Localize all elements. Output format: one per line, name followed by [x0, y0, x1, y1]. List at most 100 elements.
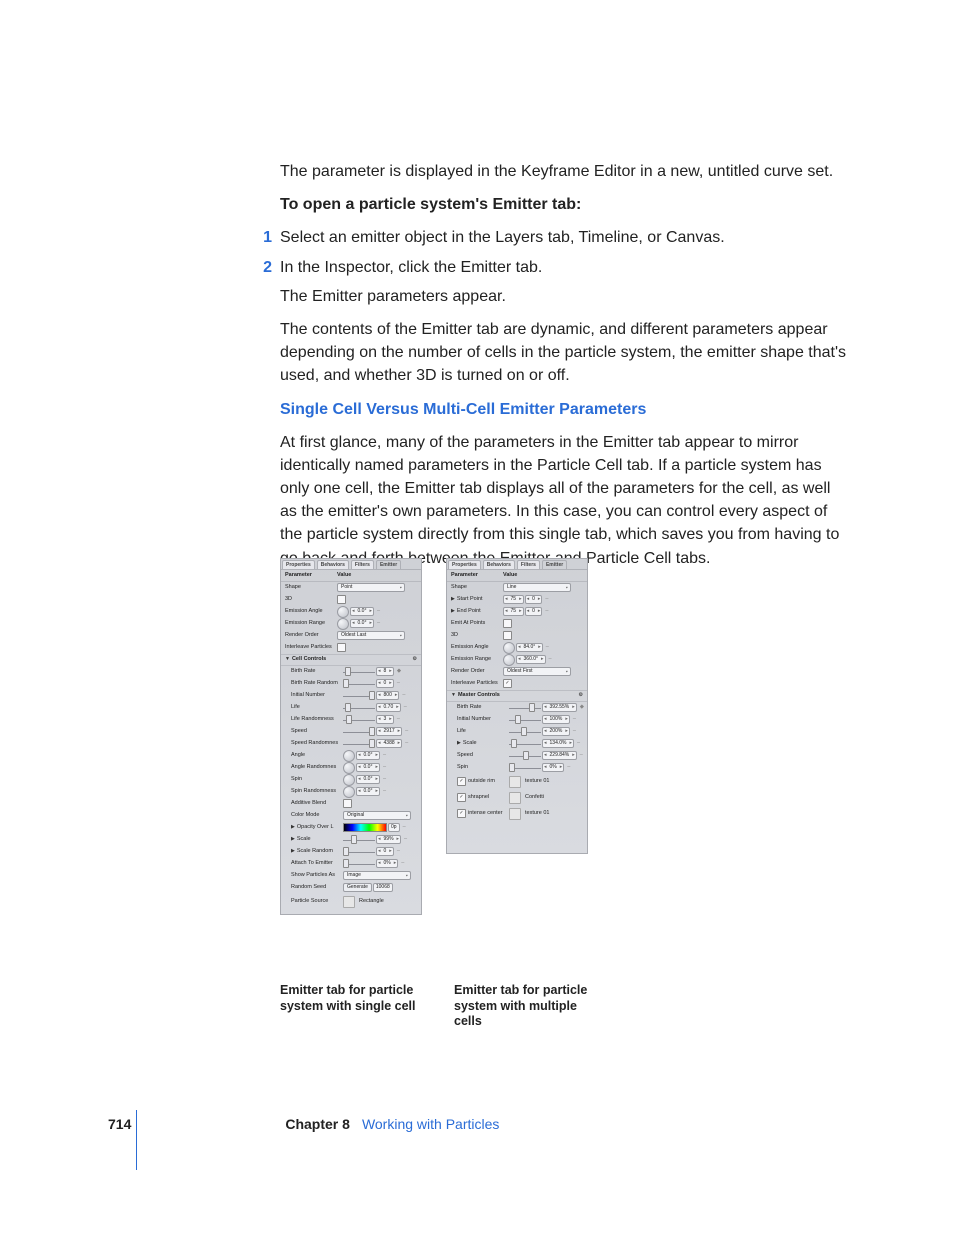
color-mode-dropdown[interactable]: Original — [343, 811, 411, 820]
scale-slider[interactable] — [509, 740, 541, 748]
initial-number-stepper[interactable]: ◂800▸ — [376, 691, 399, 700]
start-x[interactable]: ◂75▸ — [503, 595, 524, 604]
cell-enable-checkbox[interactable]: ✓ — [457, 793, 466, 802]
tab-behaviors[interactable]: Behaviors — [483, 560, 515, 569]
shape-label: Shape — [451, 584, 503, 592]
attach-stepper[interactable]: ◂0%▸ — [376, 859, 398, 868]
opacity-stepper[interactable]: 0p — [388, 823, 400, 832]
tab-filters[interactable]: Filters — [517, 560, 540, 569]
birth-rate-slider[interactable] — [343, 668, 375, 676]
emit-points-checkbox[interactable] — [503, 619, 512, 628]
3d-checkbox[interactable] — [337, 595, 346, 604]
spin-stepper[interactable]: ◂0%▸ — [542, 763, 564, 772]
tab-properties[interactable]: Properties — [282, 560, 315, 569]
additive-checkbox[interactable] — [343, 799, 352, 808]
generate-button[interactable]: Generate — [343, 883, 372, 892]
emission-angle-stepper[interactable]: ◂84.0°▸ — [516, 643, 543, 652]
render-order-dropdown[interactable]: Oldest First — [503, 667, 571, 676]
birth-rate-slider[interactable] — [509, 704, 541, 712]
spin-rand-stepper[interactable]: ◂0.0°▸ — [356, 787, 380, 796]
angle-dial[interactable] — [343, 750, 355, 762]
speed-slider[interactable] — [343, 728, 375, 736]
emission-angle-dial[interactable] — [337, 606, 349, 618]
seed-value[interactable]: 10068 — [373, 883, 393, 892]
cell-swatch[interactable] — [509, 808, 521, 820]
angle-rand-dial[interactable] — [343, 762, 355, 774]
birth-rate-stepper[interactable]: ◂392.55%▸ — [542, 703, 577, 712]
attach-slider[interactable] — [343, 860, 375, 868]
end-y[interactable]: ◂0▸ — [525, 607, 543, 616]
interleave-checkbox[interactable] — [337, 643, 346, 652]
life-rand-slider[interactable] — [343, 716, 375, 724]
source-swatch[interactable] — [343, 896, 355, 908]
spin-rand-dial[interactable] — [343, 786, 355, 798]
tab-emitter[interactable]: Emitter — [542, 560, 567, 569]
opacity-gradient[interactable] — [343, 823, 387, 832]
end-x[interactable]: ◂75▸ — [503, 607, 524, 616]
initial-number-label: Initial Number — [451, 716, 509, 724]
emission-range-dial[interactable] — [503, 654, 515, 666]
life-stepper[interactable]: ◂0.70▸ — [376, 703, 401, 712]
scale-rand-slider[interactable] — [343, 848, 375, 856]
spin-stepper[interactable]: ◂0.0°▸ — [356, 775, 380, 784]
page-footer: 714 Chapter 8 Working with Particles — [108, 1114, 499, 1134]
initial-number-slider[interactable] — [343, 692, 375, 700]
cell-swatch[interactable] — [509, 792, 521, 804]
emission-range-dial[interactable] — [337, 618, 349, 630]
life-slider[interactable] — [343, 704, 375, 712]
life-slider[interactable] — [509, 728, 541, 736]
gear-icon[interactable]: ⚙ — [413, 656, 417, 663]
life-stepper[interactable]: ◂200%▸ — [542, 727, 570, 736]
interleave-checkbox[interactable]: ✓ — [503, 679, 512, 688]
particle-source-label: Particle Source — [285, 898, 343, 906]
speed-rand-slider[interactable] — [343, 740, 375, 748]
emission-angle-dial[interactable] — [503, 642, 515, 654]
show-as-dropdown[interactable]: Image — [343, 871, 411, 880]
speed-stepper[interactable]: ◂2917▸ — [376, 727, 402, 736]
shape-dropdown[interactable]: Point — [337, 583, 405, 592]
disclosure-icon[interactable]: ▶ — [291, 836, 295, 842]
gear-icon[interactable]: ⚙ — [579, 692, 583, 699]
scale-rand-stepper[interactable]: ◂0▸ — [376, 847, 394, 856]
speed-slider[interactable] — [509, 752, 541, 760]
disclosure-icon[interactable]: ▶ — [291, 848, 295, 854]
birth-rand-slider[interactable] — [343, 680, 375, 688]
disclosure-icon[interactable]: ▶ — [457, 740, 461, 746]
cell-enable-checkbox[interactable]: ✓ — [457, 809, 466, 818]
disclosure-icon[interactable]: ▼ — [285, 656, 290, 662]
speed-rand-stepper[interactable]: ◂4388▸ — [376, 739, 402, 748]
tab-emitter[interactable]: Emitter — [376, 560, 401, 569]
emission-range-stepper[interactable]: ◂360.0°▸ — [516, 655, 546, 664]
initial-number-stepper[interactable]: ◂100%▸ — [542, 715, 570, 724]
speed-stepper[interactable]: ◂229.84%▸ — [542, 751, 577, 760]
hdr-parameter: Parameter — [451, 572, 503, 580]
scale-slider[interactable] — [343, 836, 375, 844]
spin-dial[interactable] — [343, 774, 355, 786]
birth-rate-stepper[interactable]: ◂8▸ — [376, 667, 394, 676]
disclosure-icon[interactable]: ▶ — [451, 596, 455, 602]
emission-angle-stepper[interactable]: ◂0.0°▸ — [350, 607, 374, 616]
tab-filters[interactable]: Filters — [351, 560, 374, 569]
emission-range-stepper[interactable]: ◂0.0°▸ — [350, 619, 374, 628]
result-paragraph: The Emitter parameters appear. — [280, 285, 850, 308]
procedure-heading: To open a particle system's Emitter tab: — [280, 193, 850, 216]
disclosure-icon[interactable]: ▶ — [291, 824, 295, 830]
cell-swatch[interactable] — [509, 776, 521, 788]
life-rand-stepper[interactable]: ◂3▸ — [376, 715, 394, 724]
scale-stepper[interactable]: ◂134.0%▸ — [542, 739, 574, 748]
start-y[interactable]: ◂0▸ — [525, 595, 543, 604]
angle-stepper[interactable]: ◂0.0°▸ — [356, 751, 380, 760]
disclosure-icon[interactable]: ▼ — [451, 692, 456, 698]
scale-stepper[interactable]: ◂99%▸ — [376, 835, 401, 844]
shape-dropdown[interactable]: Line — [503, 583, 571, 592]
cell-enable-checkbox[interactable]: ✓ — [457, 777, 466, 786]
tab-properties[interactable]: Properties — [448, 560, 481, 569]
disclosure-icon[interactable]: ▶ — [451, 608, 455, 614]
render-order-dropdown[interactable]: Oldest Last — [337, 631, 405, 640]
birth-rand-stepper[interactable]: ◂0▸ — [376, 679, 394, 688]
tab-behaviors[interactable]: Behaviors — [317, 560, 349, 569]
initial-number-slider[interactable] — [509, 716, 541, 724]
3d-checkbox[interactable] — [503, 631, 512, 640]
angle-rand-stepper[interactable]: ◂0.0°▸ — [356, 763, 380, 772]
spin-slider[interactable] — [509, 764, 541, 772]
